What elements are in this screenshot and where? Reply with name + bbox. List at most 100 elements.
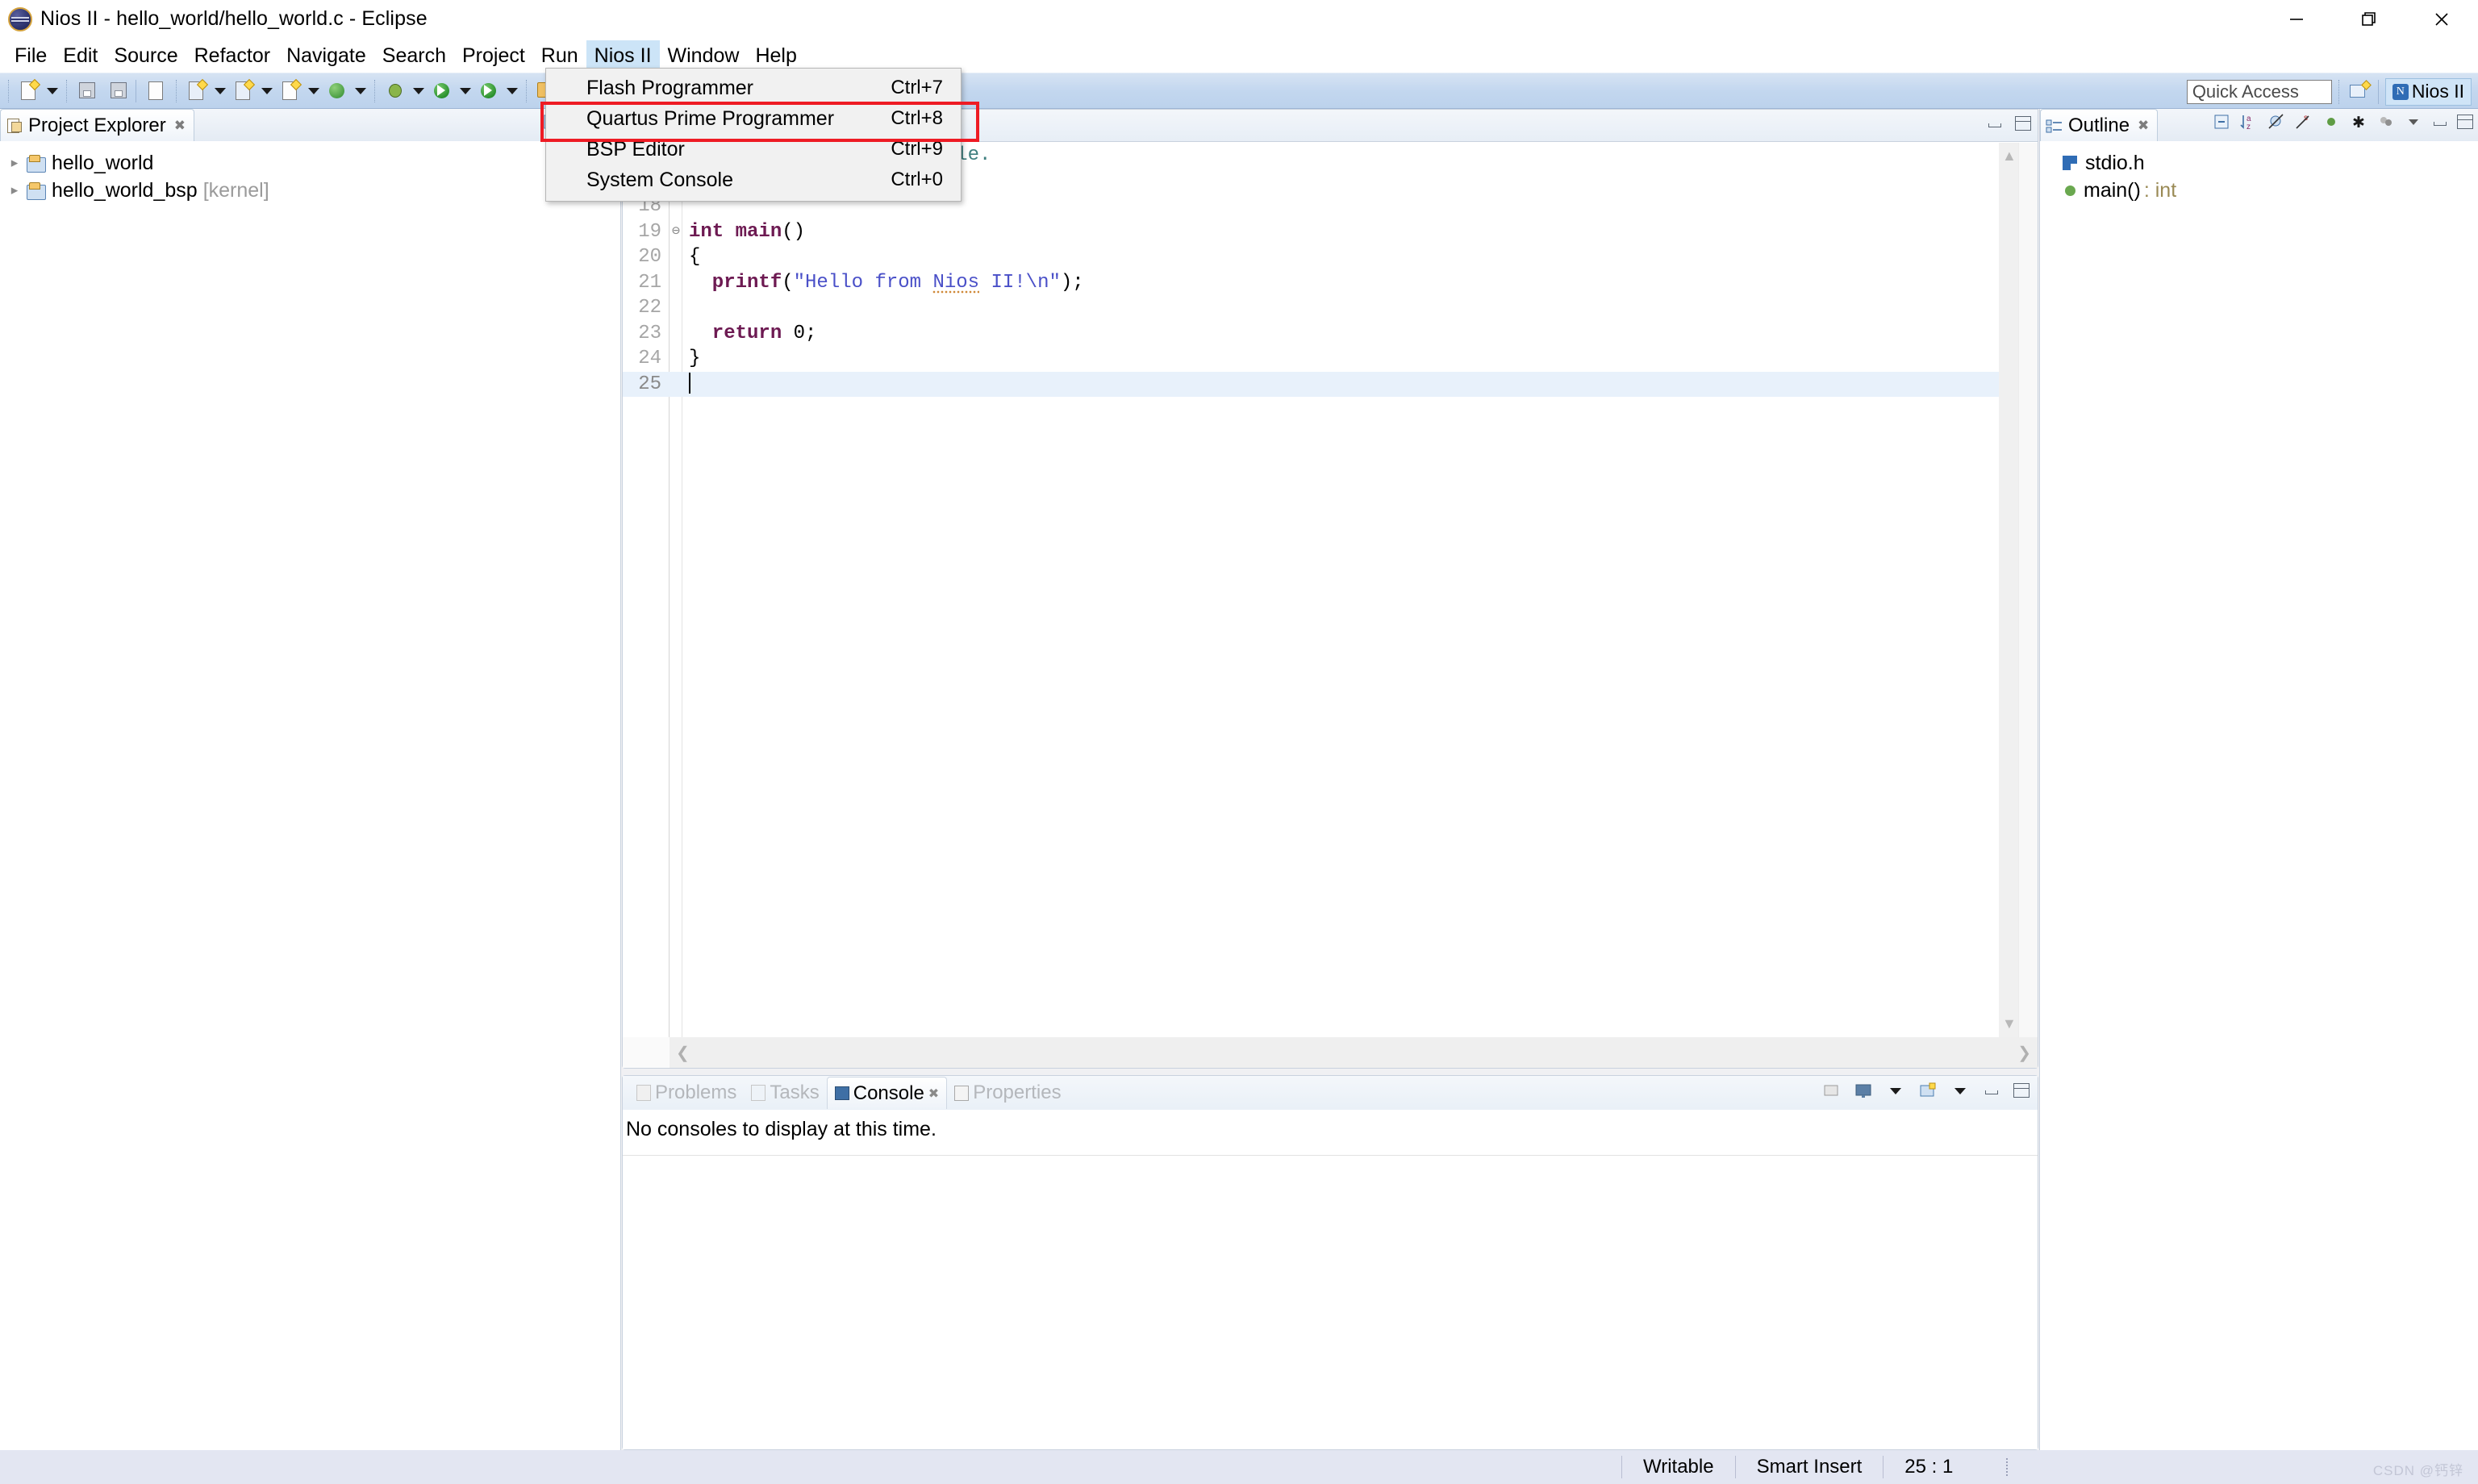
tree-item-hello-world-bsp[interactable]: ▸ hello_world_bsp [kernel] <box>8 177 620 204</box>
new-c-file-dropdown-arrow[interactable] <box>307 79 321 103</box>
line-text <box>682 372 690 398</box>
menu-window[interactable]: Window <box>660 40 748 71</box>
minimize-window-button[interactable] <box>2260 0 2333 39</box>
maximize-icon[interactable] <box>2013 1083 2030 1098</box>
tab-problems[interactable]: Problems <box>629 1077 744 1109</box>
menu-search[interactable]: Search <box>374 40 454 71</box>
outline-item-main[interactable]: main() : int <box>2040 177 2478 204</box>
code-token: printf <box>689 272 782 294</box>
run-external-dropdown-arrow[interactable] <box>505 79 519 103</box>
minimize-icon[interactable] <box>2431 115 2449 129</box>
close-icon[interactable]: ✖ <box>174 118 186 134</box>
display-dropdown-icon[interactable] <box>1886 1081 1905 1100</box>
fold-marker[interactable]: ⊖ <box>670 219 682 245</box>
open-console-icon[interactable] <box>1918 1081 1938 1100</box>
menu-item-shortcut: Ctrl+9 <box>891 138 943 160</box>
editor-horizontal-scrollbar[interactable]: ❮ ❯ <box>670 1037 2038 1068</box>
tab-outline[interactable]: Outline ✖ <box>2040 109 2158 141</box>
hide-macros-icon[interactable]: ✱ <box>2349 112 2368 131</box>
tab-properties[interactable]: Properties <box>947 1077 1068 1109</box>
menu-navigate[interactable]: Navigate <box>278 40 374 71</box>
tab-console[interactable]: Console ✖ <box>827 1077 947 1109</box>
chevron-right-icon[interactable]: ▸ <box>8 182 21 198</box>
debug-icon[interactable] <box>383 79 407 103</box>
menu-item-bsp-editor[interactable]: BSP Editor Ctrl+9 <box>546 134 961 165</box>
sort-icon[interactable]: az <box>2239 112 2259 131</box>
scroll-left-icon[interactable]: ❮ <box>676 1043 690 1063</box>
hide-nonpublic-icon[interactable] <box>2322 112 2341 131</box>
perspective-nios-ii[interactable]: N Nios II <box>2385 78 2472 106</box>
new-wizard-dropdown-arrow[interactable] <box>45 79 60 103</box>
new-cpp-project-icon[interactable] <box>232 79 256 103</box>
status-resize-grip[interactable] <box>2006 1458 2009 1476</box>
minimize-icon[interactable] <box>1983 1083 2000 1098</box>
code-token: II!\n" <box>979 272 1061 294</box>
menu-item-system-console[interactable]: System Console Ctrl+0 <box>546 165 961 195</box>
menu-edit[interactable]: Edit <box>55 40 106 71</box>
chevron-right-icon[interactable]: ▸ <box>8 155 21 171</box>
clear-console-icon[interactable] <box>1821 1081 1841 1100</box>
build-dropdown-arrow[interactable] <box>353 79 368 103</box>
run-external-icon[interactable] <box>477 79 501 103</box>
new-c-project-icon[interactable] <box>185 79 209 103</box>
open-element-icon[interactable] <box>144 79 169 103</box>
new-c-project-dropdown-arrow[interactable] <box>213 79 227 103</box>
close-icon[interactable]: ✖ <box>928 1086 939 1102</box>
code-token: 0; <box>794 323 817 344</box>
scroll-right-icon[interactable]: ❯ <box>2017 1043 2031 1063</box>
maximize-icon[interactable] <box>2457 115 2473 129</box>
collapse-all-icon[interactable] <box>2212 112 2231 131</box>
open-dropdown-icon[interactable] <box>1950 1081 1970 1100</box>
minimize-icon[interactable] <box>1986 116 2004 131</box>
display-selected-console-icon[interactable] <box>1854 1081 1873 1100</box>
outline-item-stdio-h[interactable]: stdio.h <box>2040 149 2478 177</box>
menu-help[interactable]: Help <box>747 40 804 71</box>
menu-item-label: BSP Editor <box>586 138 685 161</box>
tree-item-label: hello_world <box>52 152 153 175</box>
menu-run[interactable]: Run <box>533 40 586 71</box>
filters-icon[interactable] <box>2376 112 2396 131</box>
hide-static-icon[interactable]: s <box>2294 112 2313 131</box>
save-all-icon[interactable] <box>104 79 128 103</box>
save-icon[interactable] <box>75 79 99 103</box>
new-c-file-icon[interactable] <box>278 79 302 103</box>
tab-project-explorer[interactable]: Project Explorer ✖ <box>0 109 194 141</box>
line-number: 23 <box>623 321 670 347</box>
tab-label: Problems <box>655 1082 736 1104</box>
menu-file[interactable]: File <box>6 40 55 71</box>
code-area[interactable]: 16 * "Hello World" example. 17 #include … <box>623 143 2038 1068</box>
new-wizard-icon[interactable] <box>17 79 41 103</box>
close-icon[interactable]: ✖ <box>2138 118 2149 134</box>
maximize-window-button[interactable] <box>2333 0 2405 39</box>
menu-item-quartus-prime-programmer[interactable]: Quartus Prime Programmer Ctrl+8 <box>546 103 961 134</box>
scroll-down-icon[interactable]: ▼ <box>2002 1015 2017 1032</box>
menu-refactor[interactable]: Refactor <box>186 40 278 71</box>
tree-item-label: hello_world_bsp <box>52 179 198 202</box>
editor-overview-ruler[interactable] <box>2018 143 2038 1037</box>
close-window-button[interactable] <box>2405 0 2478 39</box>
build-icon[interactable] <box>325 79 349 103</box>
run-dropdown-arrow[interactable] <box>458 79 473 103</box>
menu-source[interactable]: Source <box>106 40 186 71</box>
new-cpp-project-dropdown-arrow[interactable] <box>260 79 274 103</box>
debug-dropdown-arrow[interactable] <box>411 79 426 103</box>
code-token: "Hello from <box>794 272 933 294</box>
quick-access-input[interactable]: Quick Access <box>2187 80 2332 104</box>
editor-vertical-scrollbar[interactable]: ▲ ▼ <box>1999 143 2018 1037</box>
maximize-icon[interactable] <box>2015 116 2031 131</box>
tab-tasks[interactable]: Tasks <box>744 1077 826 1109</box>
outline-tabbar: Outline ✖ az s ✱ <box>2040 109 2478 141</box>
menu-project[interactable]: Project <box>454 40 533 71</box>
menu-nios-ii[interactable]: Nios II <box>586 40 660 71</box>
status-insert-mode: Smart Insert <box>1735 1456 1884 1478</box>
c-project-icon <box>27 182 46 199</box>
hide-fields-icon[interactable] <box>2267 112 2286 131</box>
menu-item-flash-programmer[interactable]: Flash Programmer Ctrl+7 <box>546 73 961 103</box>
new-perspective-icon[interactable] <box>2346 79 2372 105</box>
scroll-up-icon[interactable]: ▲ <box>2002 148 2017 165</box>
tree-item-hello-world[interactable]: ▸ hello_world <box>8 149 620 177</box>
console-body[interactable]: No consoles to display at this time. <box>623 1110 2038 1449</box>
run-icon[interactable] <box>430 79 454 103</box>
console-toolbar <box>1821 1081 2030 1100</box>
view-menu-icon[interactable] <box>2404 112 2423 131</box>
